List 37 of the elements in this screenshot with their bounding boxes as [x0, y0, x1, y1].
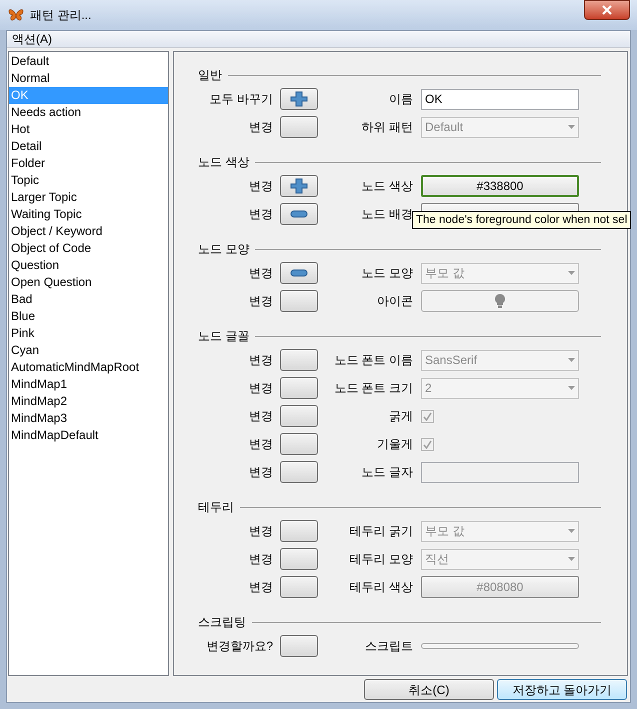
change-label: 변경: [248, 178, 274, 195]
change-label: 변경할까요?: [205, 638, 274, 655]
property-label: 노드 모양: [360, 265, 414, 282]
property-label: 하위 패턴: [360, 119, 414, 136]
change-label: 변경: [248, 579, 274, 596]
property-label: 테두리 색상: [348, 579, 414, 596]
change-label: 변경: [248, 265, 274, 282]
section-title: 노드 모양: [198, 241, 250, 258]
property-label: 테두리 굵기: [348, 523, 414, 540]
change-label: 변경: [248, 464, 274, 481]
change-label: 변경: [248, 551, 274, 568]
change-label: 모두 바꾸기: [208, 91, 274, 108]
change-label: 변경: [248, 523, 274, 540]
window-title: 패턴 관리...: [30, 7, 92, 24]
property-label: 아이콘: [376, 293, 414, 310]
property-label: 노드 폰트 이름: [333, 352, 414, 369]
property-label: 스크립트: [364, 638, 414, 655]
property-label: 기울게: [376, 436, 414, 453]
change-label: 변경: [248, 293, 274, 310]
property-label: 이름: [388, 91, 414, 108]
section-title: 노드 색상: [198, 154, 250, 171]
property-label: 노드 폰트 크기: [333, 380, 414, 397]
change-label: 변경: [248, 380, 274, 397]
change-label: 변경: [248, 408, 274, 425]
section-title: 테두리: [198, 499, 234, 516]
property-label: 테두리 모양: [348, 551, 414, 568]
section-title: 노드 글꼴: [198, 328, 250, 345]
property-label: 노드 글자: [360, 464, 414, 481]
change-label: 변경: [248, 352, 274, 369]
property-label: 노드 색상: [360, 178, 414, 195]
section-title: 스크립팅: [198, 614, 246, 631]
section-title: 일반: [198, 67, 222, 84]
tooltip: The node's foreground color when not sel: [412, 211, 632, 229]
change-label: 변경: [248, 119, 274, 136]
change-label: 변경: [248, 436, 274, 453]
property-label: 굵게: [388, 408, 414, 425]
change-label: 변경: [248, 206, 274, 223]
